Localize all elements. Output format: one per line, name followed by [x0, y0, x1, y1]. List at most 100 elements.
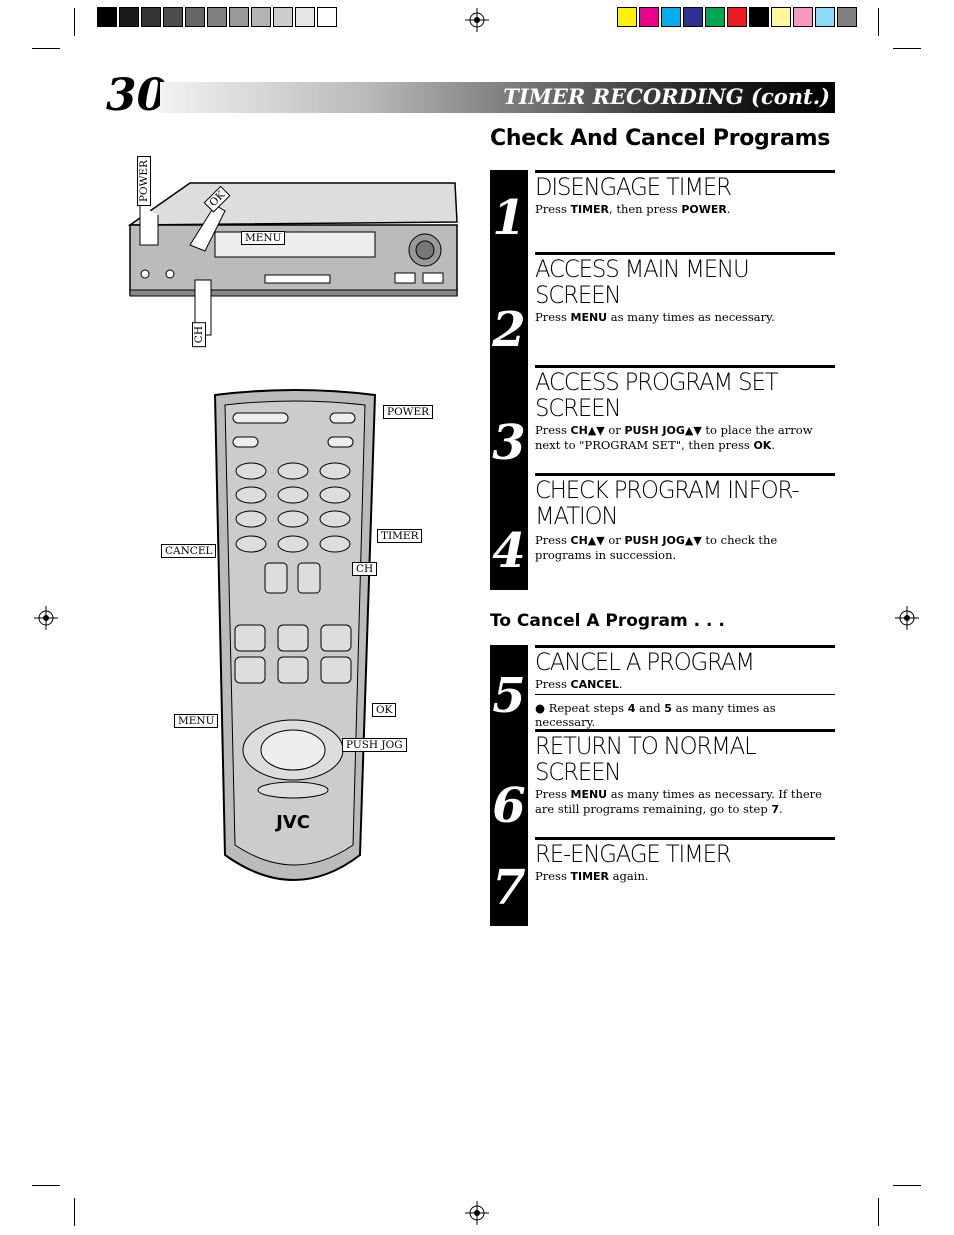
- button-name: 5: [664, 702, 672, 715]
- remote-brand-logo: JVC: [274, 812, 310, 833]
- text-run: or: [604, 423, 625, 437]
- button-name: MENU: [570, 788, 608, 801]
- step-instruction: Press TIMER again.: [535, 869, 835, 884]
- page-number: 30: [106, 70, 168, 121]
- text-run: Press: [535, 869, 571, 883]
- remote-ch-label: CH: [352, 562, 378, 576]
- color-swatch: [683, 7, 703, 27]
- gray-swatch: [295, 7, 315, 27]
- text-run: Press: [535, 533, 571, 547]
- text-run: Press: [535, 202, 571, 216]
- text-run: again.: [609, 869, 649, 883]
- step-instruction: Press CH▲▼ or PUSH JOG▲▼ to place the ar…: [535, 423, 835, 453]
- step-number: 1: [492, 190, 526, 246]
- remote-push-jog-label: PUSH JOG: [342, 738, 407, 752]
- remote-timer-label: TIMER: [377, 529, 423, 543]
- text-run: Press: [535, 677, 571, 691]
- gray-swatch: [317, 7, 337, 27]
- remote-cancel-label: CANCEL: [161, 544, 217, 558]
- button-name: PUSH JOG▲▼: [624, 424, 702, 437]
- registration-mark-icon: [465, 1201, 489, 1225]
- color-swatch: [771, 7, 791, 27]
- registration-mark-icon: [465, 8, 489, 32]
- text-run: .: [771, 438, 775, 452]
- remote-control-illustration: JVC: [213, 389, 377, 881]
- step-heading: ACCESS MAIN MENU SCREEN: [535, 255, 750, 309]
- step-instruction: Press MENU as many times as necessary.: [535, 310, 835, 325]
- button-name: TIMER: [570, 870, 610, 883]
- step-number: 5: [492, 668, 526, 724]
- crop-mark: [32, 1185, 60, 1186]
- manual-page: 30 TIMER RECORDING (cont.) Check And Can…: [0, 0, 954, 1235]
- text-run: .: [726, 202, 731, 216]
- step-instruction: Press CANCEL.: [535, 677, 835, 692]
- step-heading: ACCESS PROGRAM SET SCREEN: [535, 368, 779, 422]
- step-number: 7: [492, 860, 526, 916]
- step-number: 3: [492, 415, 526, 471]
- button-name: CH▲▼: [570, 424, 605, 437]
- text-run: Press: [535, 787, 571, 801]
- crop-mark: [878, 1198, 879, 1226]
- text-run: as many times as necessary.: [607, 310, 775, 324]
- registration-mark-icon: [895, 606, 919, 630]
- color-swatch: [837, 7, 857, 27]
- color-swatch: [727, 7, 747, 27]
- gray-swatch: [141, 7, 161, 27]
- text-run: ● Repeat steps: [535, 701, 628, 715]
- gray-swatch: [97, 7, 117, 27]
- step-heading: CHECK PROGRAM INFOR-MATION: [535, 476, 800, 530]
- gray-swatch: [185, 7, 205, 27]
- gray-swatch: [273, 7, 293, 27]
- step-heading: RE-ENGAGE TIMER: [535, 840, 732, 868]
- gray-swatch: [207, 7, 227, 27]
- step-number: 6: [492, 778, 526, 834]
- step-heading: CANCEL A PROGRAM: [535, 648, 755, 676]
- crop-mark: [878, 8, 879, 36]
- color-swatch: [617, 7, 637, 27]
- text-run: Press: [535, 423, 571, 437]
- color-swatch: [749, 7, 769, 27]
- remote-menu-label: MENU: [174, 714, 219, 728]
- vcr-power-label: POWER: [137, 156, 151, 207]
- page-title: Check And Cancel Programs: [490, 126, 831, 151]
- text-run: and: [635, 701, 665, 715]
- remote-power-label: POWER: [383, 405, 434, 419]
- text-run: .: [618, 677, 623, 691]
- crop-mark: [893, 1185, 921, 1186]
- color-swatch: [705, 7, 725, 27]
- vcr-ch-label: CH: [192, 322, 206, 348]
- crop-mark: [74, 8, 75, 36]
- color-swatch: [793, 7, 813, 27]
- gray-swatch: [119, 7, 139, 27]
- section-title: TIMER RECORDING (cont.): [503, 84, 830, 109]
- button-name: 7: [771, 803, 780, 816]
- crop-mark: [74, 1198, 75, 1226]
- button-name: CH▲▼: [570, 534, 605, 547]
- button-name: PUSH JOG▲▼: [624, 534, 702, 547]
- crop-mark: [893, 48, 921, 49]
- step-instruction: Press MENU as many times as necessary. I…: [535, 787, 835, 817]
- text-run: Press: [535, 310, 571, 324]
- gray-swatch: [251, 7, 271, 27]
- button-name: MENU: [570, 311, 608, 324]
- button-name: POWER: [681, 203, 727, 216]
- step-number: 2: [492, 302, 526, 358]
- step-note: ● Repeat steps 4 and 5 as many times as …: [535, 694, 835, 729]
- step-instruction: Press TIMER, then press POWER.: [535, 202, 835, 217]
- vcr-illustration: [127, 182, 458, 336]
- button-name: OK: [753, 439, 772, 452]
- step-number: 4: [492, 523, 526, 579]
- text-run: , then press: [609, 202, 682, 216]
- color-swatch: [639, 7, 659, 27]
- button-name: CANCEL: [570, 678, 619, 691]
- vcr-menu-label: MENU: [241, 231, 286, 245]
- color-swatch: [661, 7, 681, 27]
- crop-mark: [32, 48, 60, 49]
- text-run: .: [779, 802, 783, 816]
- registration-mark-icon: [34, 606, 58, 630]
- gray-swatch: [229, 7, 249, 27]
- color-swatch: [815, 7, 835, 27]
- step-heading: RETURN TO NORMAL SCREEN: [535, 732, 757, 786]
- button-name: TIMER: [570, 203, 610, 216]
- text-run: or: [604, 533, 625, 547]
